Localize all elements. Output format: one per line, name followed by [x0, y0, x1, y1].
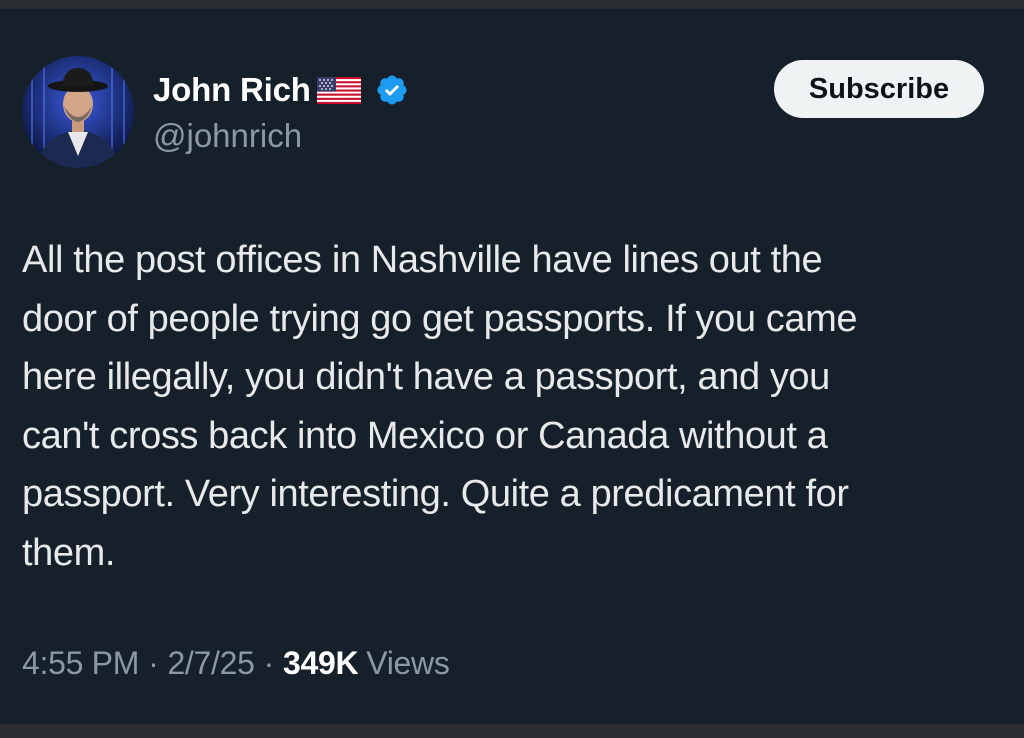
verified-badge-icon[interactable] — [375, 73, 409, 107]
tweet-meta: 4:55 PM · 2/7/25 · 349K Views — [22, 640, 450, 686]
avatar[interactable] — [22, 56, 134, 168]
tweet-time[interactable]: 4:55 PM — [22, 645, 139, 682]
avatar-image — [22, 56, 134, 168]
bottom-edge — [0, 724, 1024, 738]
tweet-text: All the post offices in Nashville have l… — [22, 239, 858, 574]
meta-separator: · — [263, 644, 275, 681]
author-display-name[interactable]: John Rich — [153, 68, 311, 112]
tweet-date[interactable]: 2/7/25 — [167, 645, 254, 682]
meta-separator: · — [148, 644, 159, 681]
author-handle[interactable]: @johnrich — [153, 116, 302, 156]
views-label: Views — [366, 644, 450, 681]
top-edge — [0, 0, 1024, 9]
views-count[interactable]: 349K — [283, 645, 359, 682]
subscribe-button[interactable]: Subscribe — [774, 60, 984, 118]
author-name-row: John Rich — [153, 68, 409, 112]
tweet-card: John Rich @johnrich Subscribe All the po… — [0, 0, 1024, 738]
us-flag-icon — [316, 76, 361, 104]
